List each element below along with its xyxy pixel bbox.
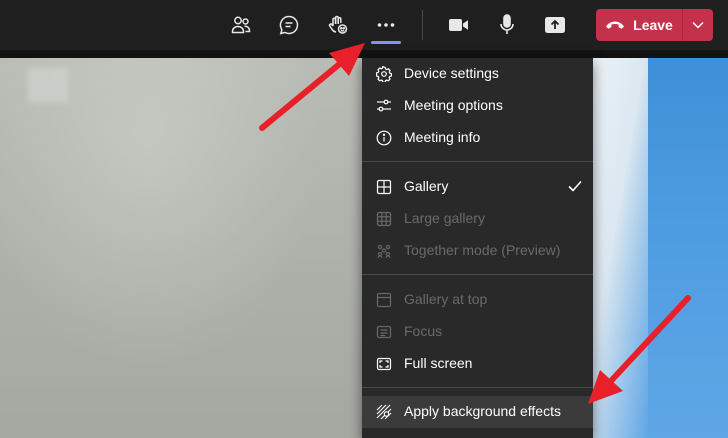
leave-options-button[interactable]	[683, 9, 713, 41]
reactions-button[interactable]	[320, 7, 356, 43]
camera-button[interactable]	[441, 7, 477, 43]
check-icon	[567, 178, 583, 197]
focus-icon	[376, 324, 392, 340]
more-icon	[377, 23, 395, 27]
meeting-toolbar: Leave	[0, 0, 728, 50]
menu-item-label: Gallery at top	[404, 291, 488, 307]
menu-item-together-mode: Together mode (Preview)	[362, 235, 593, 267]
together-mode-icon	[376, 243, 392, 259]
leave-label: Leave	[633, 17, 673, 33]
raise-hand-icon	[328, 15, 348, 34]
info-icon	[376, 130, 392, 146]
video-wall-area	[0, 58, 370, 438]
more-actions-button[interactable]	[368, 7, 404, 44]
toolbar-shadow	[0, 50, 728, 58]
menu-item-label: Apply background effects	[404, 403, 561, 419]
menu-item-label: Large gallery	[404, 210, 485, 226]
menu-item-label: Device settings	[404, 65, 499, 81]
video-light-spot	[28, 68, 68, 102]
menu-item-label: Meeting options	[404, 97, 503, 113]
hang-up-icon	[606, 21, 625, 29]
toolbar-divider	[422, 10, 423, 40]
menu-item-label: Full screen	[404, 355, 473, 371]
menu-item-gallery-at-top: Gallery at top	[362, 284, 593, 316]
menu-item-apply-background-effects[interactable]: Apply background effects	[362, 396, 593, 428]
more-actions-menu: Device settings Meeting options Meeting …	[362, 58, 593, 438]
menu-item-label: Meeting info	[404, 129, 481, 145]
chat-button[interactable]	[271, 7, 307, 43]
gallery-icon	[376, 179, 392, 195]
menu-item-large-gallery: Large gallery	[362, 203, 593, 235]
share-button[interactable]	[537, 7, 573, 43]
menu-divider	[362, 274, 593, 275]
mic-button[interactable]	[489, 7, 525, 43]
leave-button-group: Leave	[596, 9, 713, 41]
full-screen-icon	[376, 356, 392, 372]
chevron-down-icon	[692, 21, 704, 29]
people-icon	[231, 16, 251, 34]
menu-item-gallery[interactable]: Gallery	[362, 171, 593, 203]
menu-divider	[362, 161, 593, 162]
gallery-at-top-icon	[376, 292, 392, 308]
video-bright-edge	[588, 58, 648, 438]
menu-item-meeting-options[interactable]: Meeting options	[362, 90, 593, 122]
large-gallery-icon	[376, 211, 392, 227]
menu-item-meeting-info[interactable]: Meeting info	[362, 122, 593, 154]
menu-item-label: Gallery	[404, 178, 449, 194]
menu-item-full-screen[interactable]: Full screen	[362, 348, 593, 380]
menu-item-label: Together mode (Preview)	[404, 242, 561, 258]
sliders-icon	[376, 98, 392, 114]
camera-icon	[449, 19, 468, 31]
background-effects-icon	[376, 404, 392, 420]
share-tray-icon	[545, 17, 565, 33]
gear-icon	[376, 66, 392, 82]
chat-icon	[279, 15, 299, 35]
meeting-window: Leave Device settings Meeting options Me…	[0, 0, 728, 438]
menu-item-focus: Focus	[362, 316, 593, 348]
menu-divider	[362, 387, 593, 388]
menu-item-label: Focus	[404, 323, 443, 339]
leave-button[interactable]: Leave	[596, 9, 682, 41]
mic-icon	[500, 14, 514, 34]
participants-button[interactable]	[223, 7, 259, 43]
menu-item-device-settings[interactable]: Device settings	[362, 58, 593, 90]
